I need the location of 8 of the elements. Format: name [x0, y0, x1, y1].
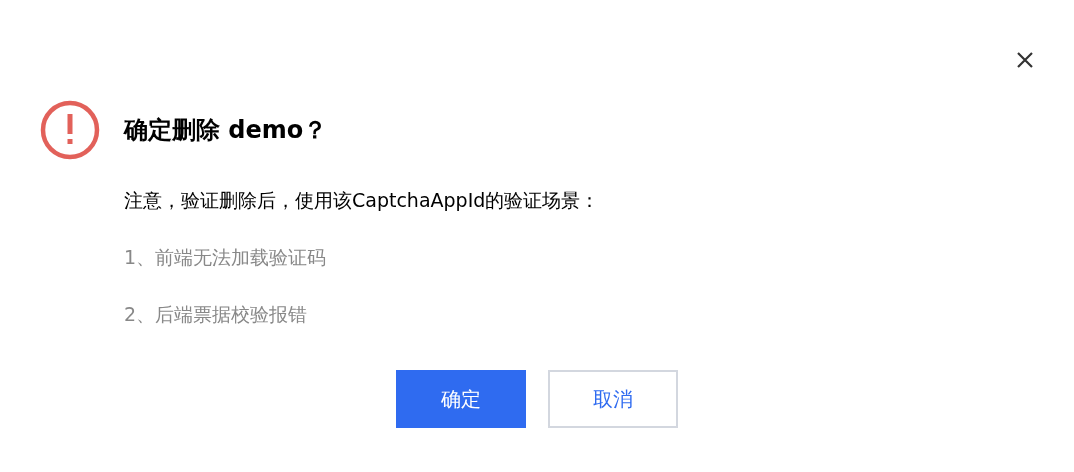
confirm-button[interactable]: 确定: [396, 370, 526, 428]
close-icon[interactable]: [1016, 51, 1034, 69]
warning-icon: [40, 100, 100, 160]
dialog-message: 注意，验证删除后，使用该CaptchaAppId的验证场景：: [124, 188, 601, 213]
consequence-text: 2、后端票据校验报错: [124, 302, 309, 327]
cancel-button[interactable]: 取消: [548, 370, 678, 428]
dialog-title: 确定删除 demo？: [124, 115, 328, 146]
consequence-text: 1、前端无法加载验证码: [124, 245, 328, 270]
